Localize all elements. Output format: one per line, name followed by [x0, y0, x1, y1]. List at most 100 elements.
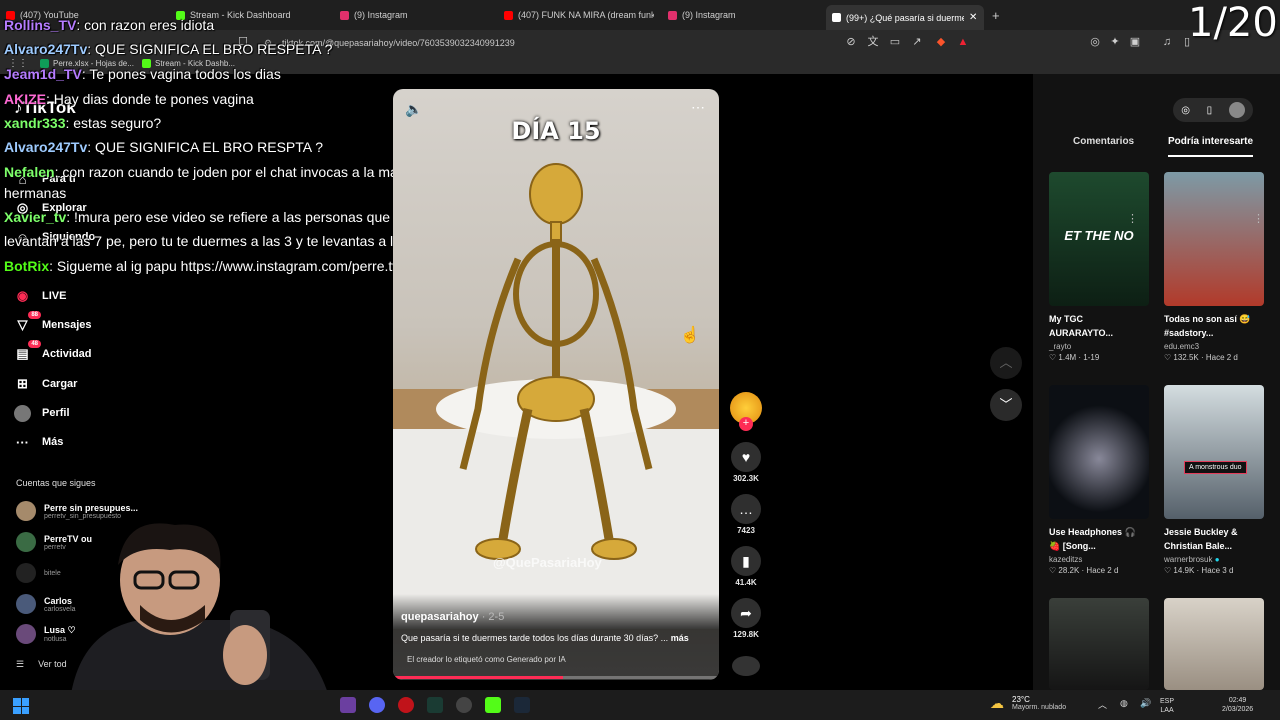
app-icon[interactable] [340, 697, 356, 713]
video-watermark: @QuePasariaHoy [493, 555, 602, 570]
tab-comentarios[interactable]: Comentarios [1073, 136, 1134, 147]
terminal-icon[interactable] [427, 697, 443, 713]
video-thumbnail: ET THE NO [1049, 172, 1149, 306]
browser-tab[interactable]: (407) FUNK NA MIRA (dream funk + [504, 6, 654, 24]
chat-message: BotRix: Sigueme al ig papu https://www.i… [4, 258, 404, 274]
more-options-icon[interactable]: ⋯ [691, 99, 705, 116]
video-player[interactable]: 🔈 ⋯ DÍA 15 @QuePasariaHoy quepasariahoy … [393, 89, 719, 680]
video-frame [393, 163, 719, 629]
card-menu-icon[interactable]: ⋮ [1253, 212, 1264, 225]
heart-icon: ♥ [731, 442, 761, 472]
brave-shield-icon[interactable]: ◆ [934, 35, 948, 49]
browser-tab-active[interactable]: (99+) ¿Qué pasaría si duermes ta✕ [826, 5, 984, 30]
video-thumbnail [1049, 385, 1149, 519]
weather-widget[interactable]: 23°C Mayorm. nublado [1012, 695, 1066, 711]
follow-plus-icon[interactable]: + [739, 417, 753, 431]
kick-icon[interactable] [485, 697, 501, 713]
video-progress-bar[interactable] [393, 676, 719, 679]
device-icon[interactable]: ▯ [1207, 105, 1213, 116]
comment-button[interactable]: … 7423 [728, 494, 764, 535]
opera-icon[interactable] [398, 697, 414, 713]
live-icon: ◉ [16, 288, 29, 303]
nav-mensajes[interactable]: ▽ 88 Mensajes [14, 310, 92, 336]
chat-message: Rollins_TV: con razon eres idiota [4, 17, 215, 33]
comment-icon: … [731, 494, 761, 524]
more-icon: ··· [16, 434, 29, 450]
close-tab-icon[interactable]: ✕ [969, 12, 977, 23]
video-thumbnail [1164, 172, 1264, 306]
next-video-button[interactable]: ﹀ [990, 389, 1022, 421]
slide-counter: 1/20 [1188, 0, 1278, 46]
translate-icon[interactable]: 文 [866, 35, 880, 49]
hand-cursor-icon: ☝ [680, 327, 700, 344]
recommended-video-card[interactable] [1164, 598, 1264, 690]
rewards-icon[interactable]: ▲ [956, 35, 970, 49]
video-author[interactable]: quepasariahoy · 2-5 [401, 611, 504, 623]
avatar [16, 594, 36, 614]
sound-disc-icon[interactable] [732, 656, 760, 676]
video-thumbnail [1164, 598, 1264, 690]
puzzle-icon[interactable]: ✦ [1108, 35, 1122, 49]
recommended-video-card[interactable]: Todas no son así 😅 #sadstory... edu.emc3… [1164, 172, 1264, 362]
streamer-webcam [70, 523, 330, 700]
share-page-icon[interactable]: ↗ [910, 35, 924, 49]
send-icon: ▽ 88 [14, 310, 41, 334]
nav-mas[interactable]: ··· Más [14, 431, 63, 453]
steam-icon[interactable] [514, 697, 530, 713]
recommended-video-card[interactable]: A monstrous duo Jessie Buckley & Christi… [1164, 385, 1264, 575]
obs-icon[interactable] [456, 697, 472, 713]
avatar [16, 624, 36, 644]
chat-message: xandr333: estas seguro? [4, 115, 162, 131]
inbox-icon: ▤ 48 [14, 339, 41, 363]
instagram-icon [668, 10, 677, 20]
windows-start-icon[interactable] [13, 698, 29, 714]
video-progress-fill [393, 676, 563, 679]
music-icon[interactable]: ♫ [1160, 35, 1174, 49]
profile-avatar-icon[interactable] [1228, 102, 1245, 118]
bookmark-icon: ▮ [731, 546, 761, 576]
tab-podria-interesarte[interactable]: Podría interesarte [1168, 136, 1254, 157]
volume-icon[interactable]: 🔈 [405, 101, 422, 118]
screen-icon[interactable]: ▭ [888, 35, 902, 49]
like-button[interactable]: ♥ 302.3K [728, 442, 764, 483]
avatar-icon [14, 404, 31, 422]
nav-live[interactable]: ◉ LIVE [14, 285, 67, 307]
share-button[interactable]: ➦ 129.8K [728, 598, 764, 639]
discord-icon[interactable] [369, 697, 385, 713]
extension-icon[interactable]: ◎ [1088, 35, 1102, 49]
activity-badge: 48 [28, 339, 41, 348]
reader-icon[interactable]: ⊘ [844, 35, 858, 49]
volume-tray-icon[interactable]: 🔊 [1140, 698, 1151, 709]
game-icon[interactable]: ◎ [1181, 105, 1190, 116]
chat-message-continuation: hermanas [4, 185, 67, 201]
following-account[interactable]: Perre sin presupues... perretv_sin_presup… [16, 500, 138, 522]
network-icon[interactable]: ◍ [1120, 698, 1128, 709]
chat-message: AKIZE: Hay dias donde te pones vagina [4, 91, 254, 107]
previous-video-button[interactable]: ︿ [990, 347, 1022, 379]
avatar [16, 532, 36, 552]
share-icon: ➦ [731, 598, 761, 628]
chevron-down-icon: ﹀ [999, 397, 1013, 412]
nav-cargar[interactable]: ⊞ Cargar [14, 373, 77, 395]
tray-chevron-icon[interactable]: ︿ [1098, 698, 1107, 711]
language-indicator[interactable]: ESP LAA [1160, 697, 1174, 715]
new-tab-icon[interactable]: + [992, 8, 1000, 23]
more-link[interactable]: más [671, 633, 689, 643]
chevron-up-icon: ︿ [999, 355, 1013, 370]
instagram-icon [340, 10, 349, 20]
save-button[interactable]: ▮ 41.4K [728, 546, 764, 587]
nav-actividad[interactable]: ▤ 48 Actividad [14, 339, 92, 365]
browser-tab[interactable]: (9) Instagram [340, 6, 490, 24]
tiktok-icon [832, 13, 841, 22]
browser-tab[interactable]: (9) Instagram [668, 6, 818, 24]
card-menu-icon[interactable]: ⋮ [1127, 212, 1138, 225]
nav-perfil[interactable]: Perfil [14, 402, 70, 424]
wallet-icon[interactable]: ▣ [1128, 35, 1142, 49]
recommended-video-card[interactable]: Use Headphones 🎧 🍓 [Song... kazeditzs ♡ … [1049, 385, 1149, 575]
video-title-overlay: DÍA 15 [511, 117, 601, 145]
youtube-icon [504, 10, 513, 20]
recommended-video-card[interactable]: ET THE NO My TGC AURARAYTO... _rayto ♡ 1… [1049, 172, 1149, 362]
recommended-video-card[interactable] [1049, 598, 1149, 690]
chat-message: Jeam1d_TV: Te pones vagina todos los dia… [4, 66, 281, 82]
clock[interactable]: 02:49 2/03/2026 [1222, 696, 1253, 714]
